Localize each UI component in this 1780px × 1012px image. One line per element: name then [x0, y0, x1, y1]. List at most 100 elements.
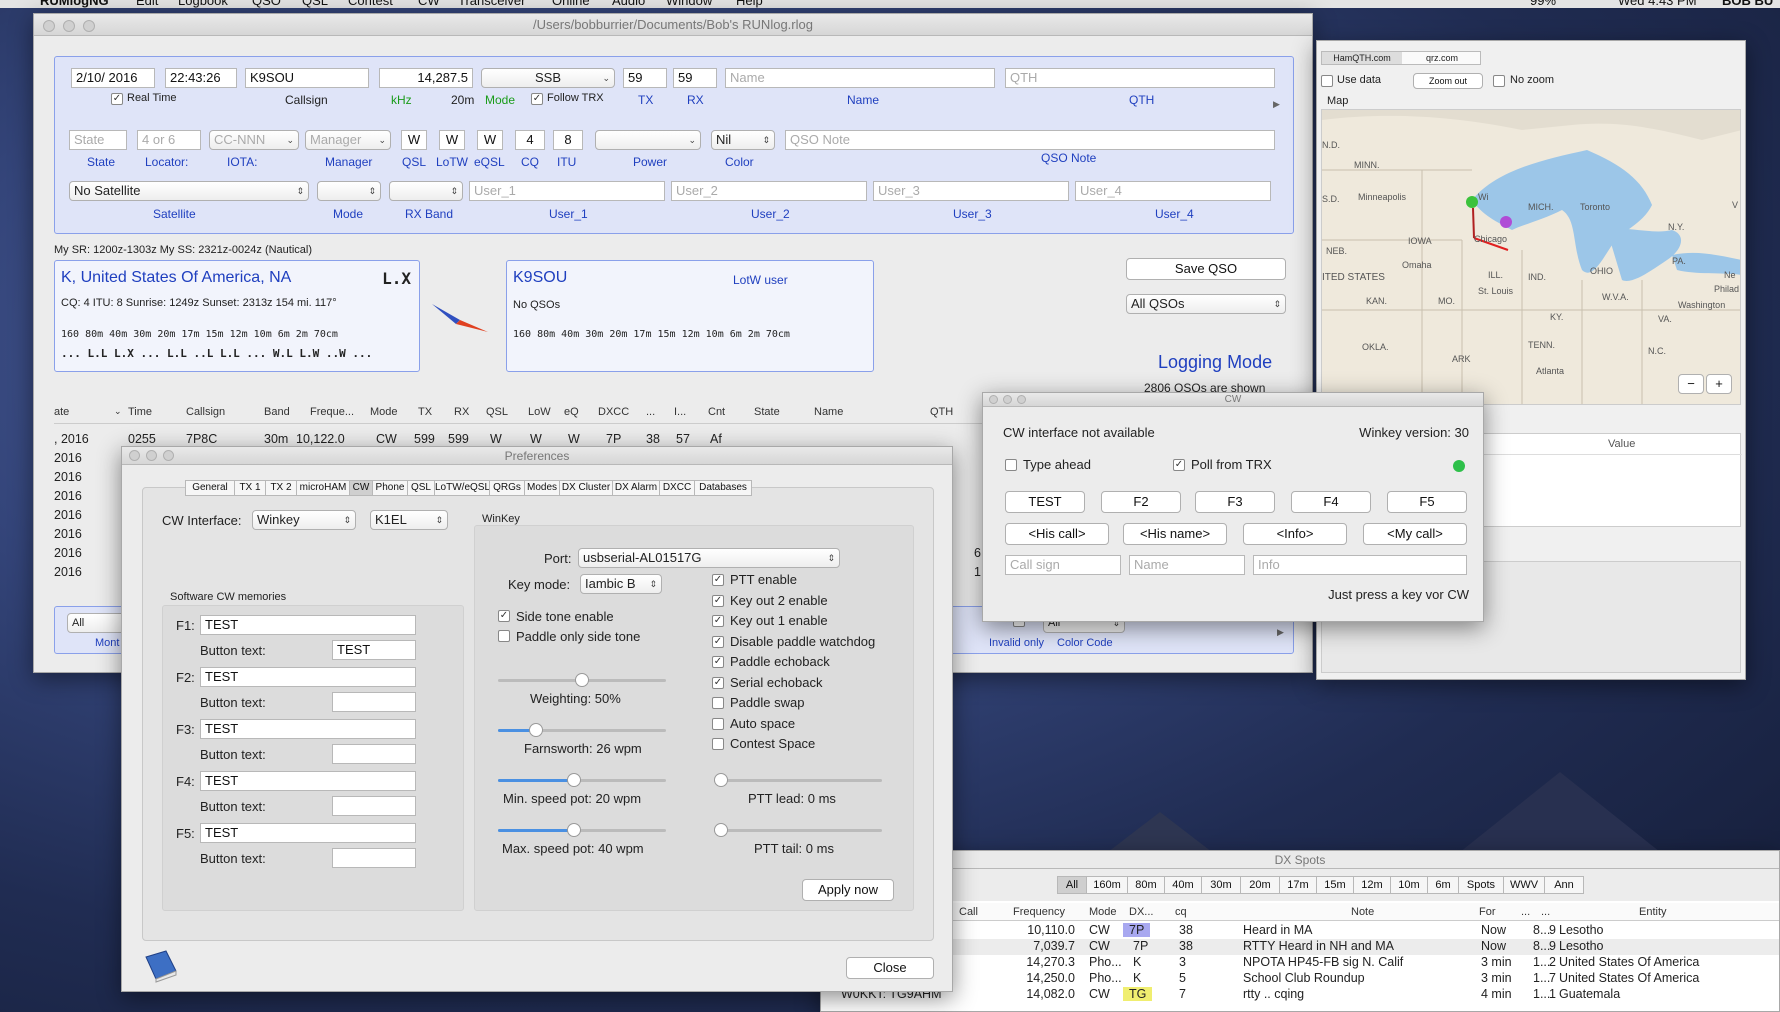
tab-microham[interactable]: microHAM	[296, 480, 350, 496]
menu-help[interactable]: Help	[736, 0, 763, 8]
poll-trx-checkbox[interactable]: ✓	[1173, 459, 1185, 471]
winkey-option-checkbox[interactable]	[712, 697, 724, 709]
winkey-option-checkbox[interactable]: ✓	[712, 574, 724, 586]
filter-17m[interactable]: 17m	[1279, 876, 1317, 894]
button-text-field[interactable]	[332, 796, 416, 816]
use-data-checkbox[interactable]	[1321, 75, 1333, 87]
menu-online[interactable]: Online	[552, 0, 590, 8]
tab-tx-1[interactable]: TX 1	[234, 480, 266, 496]
table-row[interactable]: 2016	[54, 489, 82, 508]
menu-window[interactable]: Window	[666, 0, 712, 8]
winkey-option-checkbox[interactable]	[712, 717, 724, 730]
table-row[interactable]: 2016	[54, 565, 82, 584]
filter-30m[interactable]: 30m	[1201, 876, 1241, 894]
col-band[interactable]: Band	[264, 406, 290, 418]
qth-field[interactable]: QTH	[1005, 68, 1275, 88]
ptt-tail-slider[interactable]	[714, 823, 882, 837]
rx-band-select[interactable]: ⇕	[389, 181, 463, 201]
col-frequency[interactable]: Freque...	[310, 406, 354, 418]
qso-filter-select[interactable]: All QSOs ⇕	[1126, 294, 1286, 314]
iota-select[interactable]: CC-NNN ⌄	[209, 130, 299, 150]
table-row[interactable]: 7,039.7 CW 7P 38 RTTY Heard in NH and MA Now 8…	[821, 939, 1779, 955]
slider-knob[interactable]	[714, 823, 728, 837]
tab-qrz[interactable]: qrz.com	[1402, 52, 1482, 64]
keyer-select[interactable]: K1EL ⇕	[370, 510, 448, 530]
zoom-plus-button[interactable]: +	[1706, 374, 1732, 394]
his-call-button[interactable]: <His call>	[1005, 523, 1109, 545]
col-b[interactable]: ...	[1541, 906, 1550, 918]
winkey-option-checkbox[interactable]: ✓	[712, 635, 724, 648]
table-row[interactable]: 2016	[54, 546, 82, 565]
mode-select[interactable]: SSB ⌄	[481, 68, 615, 88]
button-text-field[interactable]: TEST	[332, 640, 416, 660]
filter-40m[interactable]: 40m	[1164, 876, 1202, 894]
zoom-window-icon[interactable]	[83, 20, 95, 32]
slider-knob[interactable]	[714, 773, 728, 787]
menu-logbook[interactable]: Logbook	[178, 0, 228, 8]
cw-interface-select[interactable]: Winkey ⇕	[252, 510, 356, 530]
filter-160m[interactable]: 160m	[1086, 876, 1128, 894]
winkey-option-checkbox[interactable]	[712, 738, 724, 750]
power-select[interactable]: ⌄	[595, 130, 701, 150]
col-state[interactable]: State	[754, 406, 780, 418]
min-speed-slider[interactable]	[498, 773, 666, 787]
filter-wwv[interactable]: WWV	[1503, 876, 1545, 894]
info-button[interactable]: <Info>	[1243, 523, 1347, 545]
cw-call-field[interactable]: Call sign	[1005, 555, 1121, 575]
memory-text-field[interactable]: TEST	[200, 667, 416, 687]
sat-mode-select[interactable]: ⇕	[317, 181, 381, 201]
cw-f1-button[interactable]: TEST	[1005, 491, 1085, 513]
cw-f3-button[interactable]: F3	[1195, 491, 1275, 513]
col-date[interactable]: ate	[54, 406, 69, 418]
button-text-field[interactable]	[332, 744, 416, 764]
itu-zone-field[interactable]: 8	[553, 130, 583, 150]
filter-10m[interactable]: 10m	[1390, 876, 1428, 894]
max-speed-slider[interactable]	[498, 823, 666, 837]
filter-6m[interactable]: 6m	[1427, 876, 1459, 894]
filter-all[interactable]: All	[1057, 876, 1087, 894]
state-field[interactable]: State	[69, 130, 127, 150]
side-tone-checkbox[interactable]: ✓	[498, 610, 510, 622]
col-callsign[interactable]: Callsign	[186, 406, 225, 418]
menu-clock[interactable]: Wed 4:43 PM	[1618, 0, 1697, 8]
menu-qso[interactable]: QSO	[252, 0, 281, 8]
memory-text-field[interactable]: TEST	[200, 771, 416, 791]
user3-field[interactable]: User_3	[873, 181, 1069, 201]
col-name[interactable]: Name	[814, 406, 843, 418]
user2-field[interactable]: User_2	[671, 181, 867, 201]
tab-dx-cluster[interactable]: DX Cluster	[559, 480, 613, 496]
tab-qrgs[interactable]: QRGs	[489, 480, 525, 496]
qsl-field[interactable]: W	[401, 130, 427, 150]
callsign-field[interactable]: K9SOU	[245, 68, 369, 88]
menu-cw[interactable]: CW	[418, 0, 440, 8]
weighting-slider[interactable]	[498, 673, 666, 687]
filter-80m[interactable]: 80m	[1127, 876, 1165, 894]
col-dxcc[interactable]: DXCC	[598, 406, 629, 418]
col-a[interactable]: ...	[1521, 906, 1530, 918]
winkey-option-checkbox[interactable]: ✓	[712, 615, 724, 627]
winkey-option-checkbox[interactable]: ✓	[712, 676, 724, 689]
tab-cw[interactable]: CW	[349, 480, 373, 496]
table-row[interactable]: 2016	[54, 527, 82, 546]
zoom-out-button[interactable]: Zoom out	[1413, 73, 1483, 89]
menu-qsl[interactable]: QSL	[302, 0, 328, 8]
filter-12m[interactable]: 12m	[1353, 876, 1391, 894]
table-row[interactable]: 2016	[54, 451, 82, 470]
table-row[interactable]: W0KKT: TG9AHM 14,082.0 CW TG 7 rtty .. cqing 4…	[821, 987, 1779, 1003]
tab-dxcc[interactable]: DXCC	[659, 480, 695, 496]
qso-note-field[interactable]: QSO Note	[785, 130, 1275, 150]
close-window-icon[interactable]	[43, 20, 55, 32]
col-itu[interactable]: I...	[674, 406, 686, 418]
his-name-button[interactable]: <His name>	[1123, 523, 1227, 545]
name-field[interactable]: Name	[725, 68, 995, 88]
menu-edit[interactable]: Edit	[136, 0, 158, 8]
rst-rx-field[interactable]: 59	[673, 68, 717, 88]
cw-info-field[interactable]: Info	[1253, 555, 1467, 575]
user1-field[interactable]: User_1	[469, 181, 665, 201]
type-ahead-checkbox[interactable]	[1005, 459, 1017, 471]
lotw-field[interactable]: W	[439, 130, 465, 150]
tab-qsl[interactable]: QSL	[407, 480, 435, 496]
paddle-only-checkbox[interactable]	[498, 630, 510, 642]
cw-f2-button[interactable]: F2	[1101, 491, 1181, 513]
date-field[interactable]: 2/10/ 2016	[71, 68, 155, 88]
